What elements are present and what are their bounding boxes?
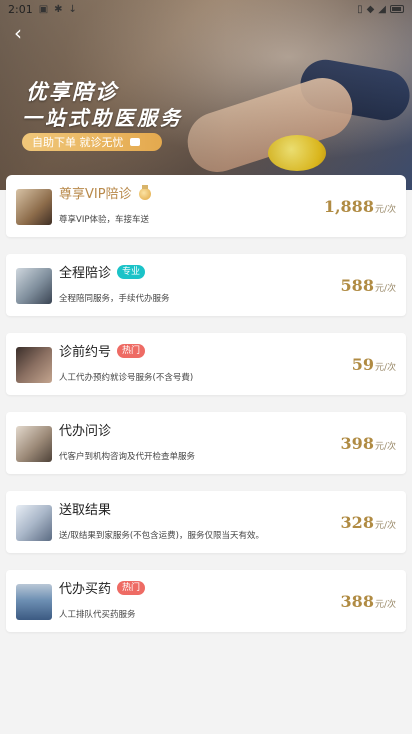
price-value: 388 [340, 592, 374, 611]
service-price: 588 元/次 [341, 276, 396, 295]
badge-hot: 热门 [117, 580, 146, 595]
service-desc: 人工排队代买药服务 [59, 610, 136, 620]
service-price: 59 元/次 [352, 355, 396, 374]
hero-pill-text: 自助下单 就诊无忧 [32, 136, 124, 149]
service-price: 1,888 元/次 [324, 197, 396, 216]
badge-hot: 热门 [117, 343, 146, 358]
status-bar: 2:01 ▣ ✱ ↓ ▯ ◆ ◢ [0, 0, 412, 18]
hero-pill: 自助下单 就诊无忧 [22, 133, 162, 151]
service-card-vip[interactable]: 尊享VIP陪诊 尊享VIP体验，车接车送 1,888 元/次 [6, 175, 406, 237]
service-card-consult[interactable]: 代办问诊 代客户到机构咨询及代开检查单服务 398 元/次 [6, 412, 406, 474]
price-value: 59 [351, 355, 374, 374]
service-card-results[interactable]: 送取结果 送/取结果到家服务(不包含运费)，服务仅限当天有效。 328 元/次 [6, 491, 406, 553]
service-price: 388 元/次 [341, 592, 396, 611]
service-name: 诊前约号 [59, 345, 112, 360]
service-thumbnail [16, 505, 52, 541]
price-value: 398 [340, 434, 374, 453]
price-value: 588 [340, 276, 374, 295]
chat-icon [129, 138, 140, 146]
hero-subtitle: 一站式助医服务 [22, 106, 183, 130]
service-thumbnail [16, 268, 52, 304]
service-name: 代办问诊 [59, 424, 112, 439]
badge-professional: 专业 [117, 264, 146, 279]
service-thumbnail [16, 189, 52, 225]
bug-icon: ✱ [54, 3, 63, 15]
service-name: 全程陪诊 [59, 266, 112, 281]
service-desc: 人工代办预约就诊号服务(不含号費) [59, 373, 194, 383]
service-price: 398 元/次 [341, 434, 396, 453]
price-unit: 元/次 [374, 363, 396, 373]
price-value: 1,888 [323, 197, 374, 216]
price-unit: 元/次 [374, 521, 396, 531]
service-card-medicine[interactable]: 代办买药 热门 人工排队代买药服务 388 元/次 [6, 570, 406, 632]
service-card-full-escort[interactable]: 全程陪诊 专业 全程陪同服务，手续代办服务 588 元/次 [6, 254, 406, 316]
service-desc: 送/取结果到家服务(不包含运费)，服务仅限当天有效。 [59, 531, 264, 541]
service-thumbnail [16, 347, 52, 383]
price-unit: 元/次 [374, 442, 396, 452]
price-value: 328 [340, 513, 374, 532]
service-desc: 尊享VIP体验，车接车送 [59, 215, 149, 225]
battery-icon [390, 5, 404, 13]
service-name: 送取结果 [59, 503, 112, 518]
download-icon: ↓ [68, 3, 77, 15]
notification-icon: ▣ [38, 3, 49, 15]
price-unit: 元/次 [374, 205, 396, 215]
service-thumbnail [16, 426, 52, 462]
service-thumbnail [16, 584, 52, 620]
service-price: 328 元/次 [341, 513, 396, 532]
vibrate-icon: ▯ [357, 3, 363, 15]
back-icon[interactable]: ‹ [8, 21, 28, 45]
service-name: 尊享VIP陪诊 [59, 187, 132, 202]
service-desc: 代客户到机构咨询及代开检查单服务 [59, 452, 196, 462]
service-card-appointment[interactable]: 诊前约号 热门 人工代办预约就诊号服务(不含号費) 59 元/次 [6, 333, 406, 395]
signal-icon: ◢ [378, 3, 386, 15]
wifi-icon: ◆ [366, 3, 375, 15]
price-unit: 元/次 [374, 600, 396, 610]
service-desc: 全程陪同服务，手续代办服务 [59, 294, 170, 304]
medal-icon [138, 184, 152, 201]
price-unit: 元/次 [374, 284, 396, 294]
service-name: 代办买药 [59, 582, 112, 597]
status-time: 2:01 [8, 2, 33, 16]
